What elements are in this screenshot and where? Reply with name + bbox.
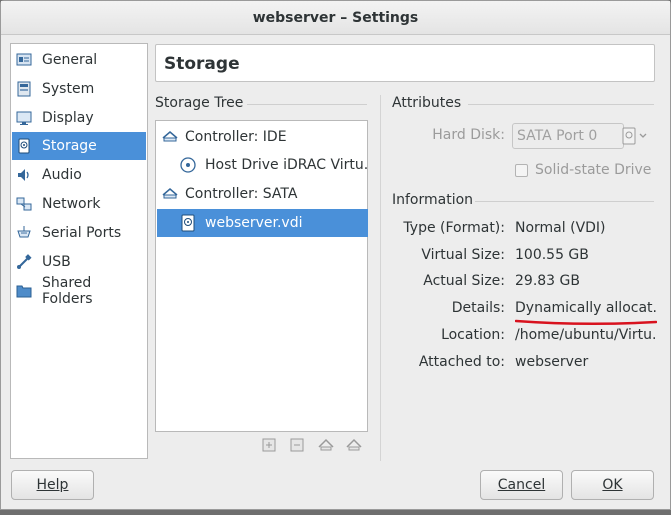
sidebar-item-serial-ports[interactable]: Serial Ports bbox=[12, 219, 146, 247]
hard-disk-icon bbox=[181, 214, 195, 232]
controller-icon bbox=[162, 188, 178, 199]
ssd-label: Solid-state Drive bbox=[535, 162, 652, 178]
usb-icon bbox=[17, 254, 32, 269]
sidebar-item-storage[interactable]: Storage bbox=[12, 132, 146, 160]
controller-icon bbox=[162, 131, 178, 142]
sidebar-item-label: Display bbox=[42, 110, 94, 126]
tree-item-label: Controller: IDE bbox=[185, 129, 287, 145]
storage-tree-toolbar bbox=[259, 435, 365, 455]
storage-tree-heading: Storage Tree bbox=[155, 95, 244, 111]
choose-disk-button[interactable] bbox=[620, 123, 654, 149]
sidebar-item-network[interactable]: Network bbox=[12, 190, 146, 218]
information-heading: Information bbox=[392, 192, 474, 208]
info-label: Actual Size: bbox=[423, 273, 505, 289]
info-label: Details: bbox=[451, 300, 505, 316]
sidebar-item-label: Network bbox=[42, 196, 101, 212]
storage-icon bbox=[18, 138, 30, 154]
info-value-details: Dynamically allocat... bbox=[515, 300, 657, 316]
add-attachment-icon bbox=[318, 438, 334, 451]
remove-attachment-button[interactable] bbox=[343, 435, 365, 455]
sidebar-item-usb[interactable]: USB bbox=[12, 248, 146, 276]
hard-disk-label: Hard Disk: bbox=[432, 127, 505, 143]
info-value-actual-size: 29.83 GB bbox=[515, 273, 580, 289]
tree-item-controller-sata[interactable]: Controller: SATA bbox=[157, 180, 368, 208]
info-value-type: Normal (VDI) bbox=[515, 220, 606, 236]
tree-item-label: Host Drive iDRAC Virtu... bbox=[205, 157, 368, 173]
hard-disk-icon bbox=[622, 127, 636, 145]
chevron-down-icon bbox=[639, 133, 647, 138]
sidebar-item-label: System bbox=[42, 81, 95, 97]
system-icon bbox=[17, 81, 31, 97]
attributes-heading: Attributes bbox=[392, 95, 462, 111]
sidebar-item-label: Serial Ports bbox=[42, 225, 122, 241]
cancel-button[interactable]: Cancel bbox=[480, 470, 563, 500]
remove-controller-button[interactable] bbox=[287, 435, 309, 455]
info-label: Virtual Size: bbox=[421, 247, 505, 263]
help-button[interactable]: Help bbox=[11, 470, 94, 500]
info-value-attached-to: webserver bbox=[515, 354, 589, 370]
attributes-divider bbox=[468, 104, 654, 105]
info-label: Location: bbox=[441, 327, 505, 343]
sidebar-item-display[interactable]: Display bbox=[12, 104, 146, 132]
tree-item-webserver-vdi[interactable]: webserver.vdi bbox=[157, 209, 368, 237]
hard-disk-select[interactable]: SATA Port 0 bbox=[512, 123, 624, 149]
optical-disc-icon bbox=[180, 157, 196, 173]
sidebar-item-label: Shared Folders bbox=[42, 275, 93, 307]
add-controller-button[interactable] bbox=[259, 435, 281, 455]
window-title: webserver – Settings bbox=[1, 1, 670, 35]
remove-attachment-icon bbox=[346, 438, 362, 451]
tree-item-label: webserver.vdi bbox=[205, 215, 303, 231]
sidebar-item-label: Audio bbox=[42, 167, 82, 183]
panel-divider bbox=[380, 95, 381, 461]
tree-item-controller-ide[interactable]: Controller: IDE bbox=[157, 123, 368, 151]
storage-tree-divider bbox=[247, 104, 367, 105]
ssd-checkbox[interactable] bbox=[515, 164, 528, 177]
settings-sidebar: General System Display Storage Audio Net… bbox=[10, 43, 148, 459]
audio-icon bbox=[18, 169, 29, 181]
sidebar-item-system[interactable]: System bbox=[12, 75, 146, 103]
info-label: Attached to: bbox=[418, 354, 505, 370]
storage-tree: Controller: IDE Host Drive iDRAC Virtu..… bbox=[155, 120, 368, 432]
page-title: Storage bbox=[155, 44, 655, 82]
sidebar-item-general[interactable]: General bbox=[12, 46, 146, 74]
annotation-underline bbox=[515, 319, 657, 326]
sidebar-item-label: Storage bbox=[42, 138, 97, 154]
sidebar-item-audio[interactable]: Audio bbox=[12, 161, 146, 189]
general-icon bbox=[16, 53, 32, 66]
ok-button[interactable]: OK bbox=[571, 470, 654, 500]
tree-item-label: Controller: SATA bbox=[185, 186, 298, 202]
network-icon bbox=[16, 197, 32, 211]
shared-folders-icon bbox=[16, 285, 32, 298]
info-value-virtual-size: 100.55 GB bbox=[515, 247, 589, 263]
remove-controller-icon bbox=[290, 438, 304, 452]
info-value-location: /home/ubuntu/Virtu... bbox=[515, 327, 657, 343]
sidebar-item-shared-folders[interactable]: Shared Folders bbox=[12, 275, 146, 307]
information-divider bbox=[475, 201, 654, 202]
settings-dialog: webserver – Settings General System Disp… bbox=[0, 0, 671, 510]
sidebar-item-label: USB bbox=[42, 254, 71, 270]
display-icon bbox=[16, 111, 32, 125]
tree-item-host-drive[interactable]: Host Drive iDRAC Virtu... bbox=[157, 151, 368, 179]
sidebar-item-label: General bbox=[42, 52, 98, 68]
add-attachment-button[interactable] bbox=[315, 435, 337, 455]
serial-ports-icon bbox=[17, 226, 31, 238]
info-label: Type (Format): bbox=[403, 220, 505, 236]
add-controller-icon bbox=[262, 438, 276, 452]
